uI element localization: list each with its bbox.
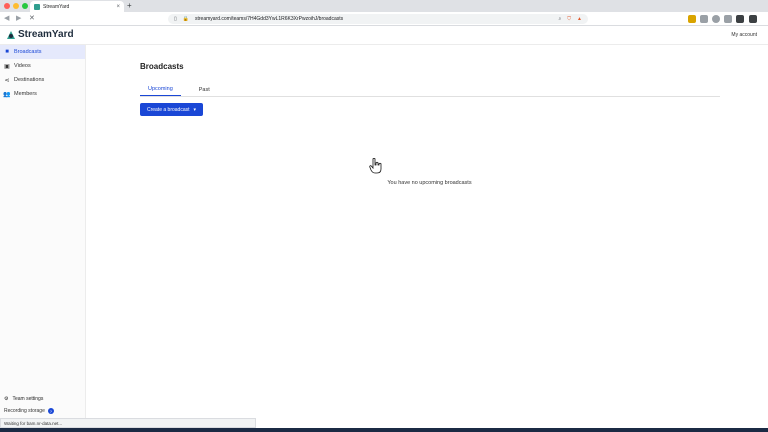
brave-rewards-icon[interactable]: ▲ — [577, 16, 582, 22]
brave-shield-icon[interactable]: ⛉ — [567, 16, 571, 22]
os-taskbar — [0, 428, 768, 432]
search-icon[interactable]: ⌕ — [558, 16, 561, 22]
sidebar: ■ Broadcasts ▣ Videos ⋖ Destinations 👥 M… — [0, 45, 86, 432]
url-text: streamyard.com/teams/7H4Gdd3YwL1R6K3XrPw… — [195, 16, 344, 22]
main-content: Broadcasts Upcoming Past Create a broadc… — [87, 45, 768, 428]
bookmark-icon[interactable]: ▯ — [174, 16, 177, 22]
sidebar-item-label: Broadcasts — [14, 49, 42, 55]
address-bar[interactable]: ▯ 🔒 streamyard.com/teams/7H4Gdd3YwL1R6K3… — [168, 14, 588, 24]
tab-past[interactable]: Past — [191, 83, 218, 96]
puzzle-icon[interactable] — [736, 15, 744, 23]
browser-tab[interactable]: StreamYard × — [30, 1, 124, 12]
app-header: StreamYard My account — [0, 27, 768, 45]
browser-tab-bar: StreamYard × + — [0, 0, 768, 12]
new-tab-button[interactable]: + — [127, 1, 132, 11]
video-camera-icon: ■ — [5, 49, 9, 55]
logo-text: StreamYard — [18, 29, 74, 40]
extension-icon[interactable] — [688, 15, 696, 23]
forward-arrow-icon[interactable]: ▶ — [16, 14, 21, 24]
tab-close-icon[interactable]: × — [116, 4, 120, 10]
sidebar-item-label: Videos — [14, 63, 31, 69]
share-icon: ⋖ — [4, 77, 10, 84]
video-library-icon: ▣ — [4, 63, 10, 70]
empty-state-message: You have no upcoming broadcasts — [387, 180, 472, 186]
sidebar-item-videos[interactable]: ▣ Videos — [0, 59, 85, 73]
recording-storage-label: Recording storage — [4, 408, 45, 414]
team-settings-label: Team settings — [12, 396, 44, 402]
extension-icon[interactable] — [724, 15, 732, 23]
my-account-link[interactable]: My account — [731, 32, 757, 38]
broadcast-tabs: Upcoming Past — [140, 83, 720, 97]
close-window-button[interactable] — [4, 3, 10, 9]
back-arrow-icon[interactable]: ◀ — [4, 14, 9, 24]
create-broadcast-button[interactable]: Create a broadcast ▾ — [140, 103, 203, 116]
sidebar-item-broadcasts[interactable]: ■ Broadcasts — [0, 45, 85, 59]
sidebar-item-label: Members — [14, 91, 37, 97]
recording-storage: Recording storage ? — [0, 406, 86, 416]
hand-cursor-icon — [369, 158, 382, 174]
gear-icon: ⚙ — [4, 396, 9, 402]
minimize-window-button[interactable] — [13, 3, 19, 9]
streamyard-logo[interactable]: StreamYard — [6, 29, 74, 40]
extension-icon[interactable] — [700, 15, 708, 23]
sidebar-item-label: Destinations — [14, 77, 45, 83]
sidebar-item-members[interactable]: 👥 Members — [0, 87, 85, 101]
extension-icon[interactable] — [712, 15, 720, 23]
profile-icon[interactable] — [749, 15, 757, 23]
streamyard-logo-icon — [7, 30, 15, 39]
browser-status-bar: Waiting for bam.nr-data.net... — [0, 418, 256, 428]
tab-title: StreamYard — [43, 3, 70, 10]
chevron-down-icon: ▾ — [193, 106, 197, 113]
people-icon: 👥 — [3, 91, 11, 98]
browser-toolbar: ◀ ▶ ✕ ▯ 🔒 streamyard.com/teams/7H4Gdd3Yw… — [0, 12, 768, 26]
team-settings-link[interactable]: ⚙ Team settings — [0, 392, 86, 406]
sidebar-item-destinations[interactable]: ⋖ Destinations — [0, 73, 85, 87]
create-broadcast-label: Create a broadcast — [146, 106, 190, 113]
lock-icon[interactable]: 🔒 — [183, 16, 189, 22]
maximize-window-button[interactable] — [22, 3, 28, 9]
page-title: Broadcasts — [140, 62, 184, 71]
streamyard-favicon-icon — [34, 3, 40, 10]
stop-loading-icon[interactable]: ✕ — [29, 14, 35, 24]
tab-upcoming[interactable]: Upcoming — [140, 83, 181, 96]
help-icon[interactable]: ? — [47, 408, 54, 414]
